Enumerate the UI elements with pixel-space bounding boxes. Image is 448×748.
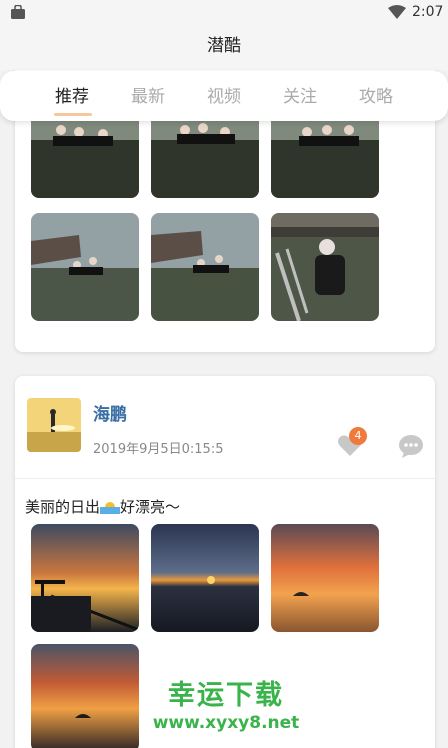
post-photo[interactable] [151,213,259,321]
like-count-badge: 4 [349,427,367,445]
bag-icon [11,5,25,19]
tab-bar: 推荐 最新 视频 关注 攻略 [0,71,448,121]
page-title: 潜酷 [0,26,448,70]
tab-video[interactable]: 视频 [207,71,241,121]
feed[interactable]: 海鹏 2019年9月5日0:15:5 4 美丽的日出 好漂亮～ [0,70,448,748]
wifi-icon [388,5,406,19]
sunrise-icon [100,502,121,514]
tab-following[interactable]: 关注 [283,71,317,121]
watermark-title: 幸运下载 [168,680,284,711]
comment-icon[interactable] [398,434,424,458]
post-photo[interactable] [271,213,379,321]
status-bar: 2:07 [0,0,448,26]
post-time: 2019年9月5日0:15:5 [93,442,224,457]
post-photo[interactable] [151,524,259,632]
watermark: 幸运下载 www.xyxy8.net [146,680,306,734]
post-photo[interactable] [31,644,139,748]
post-text-start: 美丽的日出 [25,498,101,516]
post-photo[interactable] [271,524,379,632]
divider [15,478,435,479]
post-text: 美丽的日出 好漂亮～ [25,496,180,517]
active-tab-indicator [54,113,92,116]
avatar[interactable] [27,398,81,452]
watermark-url: www.xyxy8.net [152,713,300,733]
post-photo[interactable] [31,524,139,632]
status-time: 2:07 [412,4,444,20]
username[interactable]: 海鹏 [93,400,127,425]
tab-guides[interactable]: 攻略 [359,71,393,121]
post-photo[interactable] [31,213,139,321]
post-text-end: 好漂亮～ [120,498,181,516]
tab-latest[interactable]: 最新 [131,71,165,121]
